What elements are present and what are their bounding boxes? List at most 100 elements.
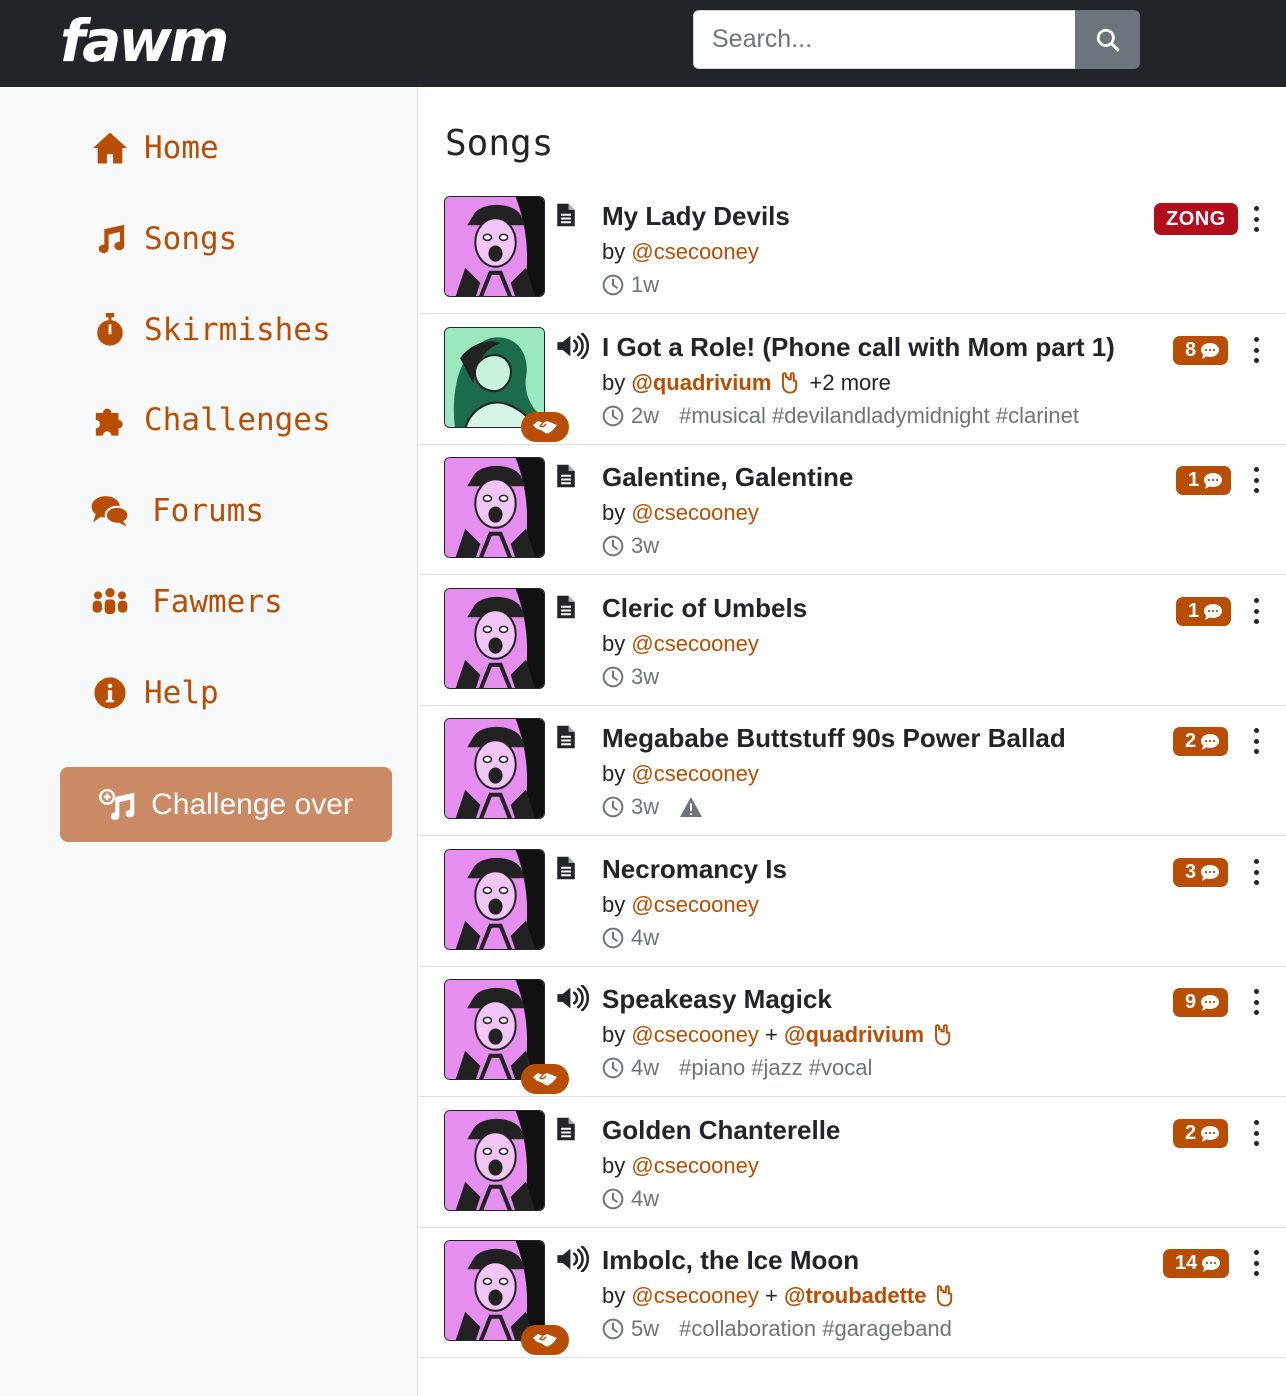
user-link[interactable]: @quadrivium: [784, 1022, 924, 1048]
top-navbar: fawm: [0, 0, 1286, 87]
by-label: by: [602, 631, 626, 656]
song-type-icon: [556, 985, 592, 1015]
song-avatar[interactable]: [444, 588, 545, 689]
comment-count: 14: [1175, 1252, 1198, 1274]
sidebar-item-skirmishes[interactable]: Skirmishes: [90, 305, 331, 355]
kebab-menu-icon[interactable]: [1248, 987, 1264, 1017]
user-link[interactable]: @csecooney: [631, 761, 759, 787]
song-avatar[interactable]: [444, 849, 545, 950]
song-title-link[interactable]: Imbolc, the Ice Moon: [602, 1245, 859, 1276]
song-tags[interactable]: #piano #jazz #vocal: [679, 1055, 872, 1081]
page-title: Songs: [445, 123, 554, 164]
song-avatar[interactable]: [444, 718, 545, 819]
user-link[interactable]: @troubadette: [784, 1283, 926, 1309]
comment-count-badge[interactable]: 9: [1173, 988, 1229, 1017]
song-title-link[interactable]: My Lady Devils: [602, 201, 790, 232]
song-title-link[interactable]: Golden Chanterelle: [602, 1115, 840, 1146]
song-title-link[interactable]: Speakeasy Magick: [602, 984, 832, 1015]
comment-count-badge[interactable]: 8: [1173, 336, 1229, 365]
song-avatar[interactable]: [444, 457, 545, 558]
more-users[interactable]: +2 more: [810, 370, 891, 396]
comment-count-badge[interactable]: 1: [1176, 466, 1232, 495]
puzzle-icon: [90, 400, 130, 440]
song-byline: by @csecooney: [602, 500, 759, 526]
song-avatar[interactable]: [444, 196, 545, 297]
search-input[interactable]: [693, 10, 1076, 69]
song-age: 4w: [631, 1186, 660, 1211]
comment-bubble-icon: [1204, 603, 1223, 620]
song-row: Golden Chanterelle by @csecooney 4w 2: [418, 1098, 1286, 1228]
song-tags[interactable]: #collaboration #garageband: [679, 1316, 952, 1342]
comment-count: 1: [1188, 469, 1200, 491]
kebab-menu-icon[interactable]: [1248, 465, 1264, 495]
avatar-image: [445, 197, 544, 296]
song-type-icon: [556, 724, 592, 754]
user-link[interactable]: @csecooney: [631, 1022, 759, 1048]
song-type-icon: [556, 202, 592, 232]
sidebar-item-label: Songs: [144, 221, 238, 257]
song-row: Galentine, Galentine by @csecooney 3w 1: [418, 445, 1286, 575]
kebab-menu-icon[interactable]: [1248, 1248, 1264, 1278]
lyrics-document-icon: [557, 203, 575, 227]
comment-bubble-icon: [1202, 1255, 1221, 1272]
song-tags[interactable]: #musical #devilandladymidnight #clarinet: [679, 403, 1079, 429]
sidebar-item-label: Skirmishes: [144, 312, 331, 348]
comment-count-badge[interactable]: 1: [1176, 597, 1232, 626]
song-title-link[interactable]: Cleric of Umbels: [602, 593, 807, 624]
song-type-icon: [556, 463, 592, 493]
song-title-link[interactable]: I Got a Role! (Phone call with Mom part …: [602, 332, 1115, 363]
clock-icon: [602, 274, 624, 296]
search-button[interactable]: [1075, 10, 1140, 69]
comment-count-badge[interactable]: 3: [1173, 858, 1229, 887]
comment-count: 8: [1185, 339, 1197, 361]
song-avatar[interactable]: [444, 1110, 545, 1211]
collab-badge: [521, 1064, 569, 1094]
sidebar-item-challenges[interactable]: Challenges: [90, 395, 331, 445]
kebab-menu-icon[interactable]: [1248, 204, 1264, 234]
song-age: 1w: [631, 272, 660, 297]
search-icon: [1096, 28, 1119, 51]
lyrics-document-icon: [557, 595, 575, 619]
info-icon: [90, 673, 130, 713]
user-link[interactable]: @csecooney: [631, 892, 759, 918]
kebab-menu-icon[interactable]: [1248, 857, 1264, 887]
collab-badge: [521, 412, 569, 442]
user-joiner: +: [765, 1283, 778, 1308]
song-byline: by @csecooney: [602, 892, 759, 918]
kebab-menu-icon[interactable]: [1248, 1118, 1264, 1148]
avatar-image: [445, 589, 544, 688]
lyrics-document-icon: [557, 464, 575, 488]
user-link[interactable]: @csecooney: [631, 1153, 759, 1179]
user-link[interactable]: @csecooney: [631, 631, 759, 657]
song-byline: by @csecooney: [602, 1153, 759, 1179]
song-title-link[interactable]: Megababe Buttstuff 90s Power Ballad: [602, 723, 1066, 754]
home-icon: [90, 128, 130, 168]
sidebar-item-label: Forums: [152, 493, 264, 529]
sidebar-item-songs[interactable]: Songs: [90, 214, 237, 264]
sidebar-item-home[interactable]: Home: [90, 123, 219, 173]
kebab-menu-icon[interactable]: [1248, 596, 1264, 626]
comment-count-badge[interactable]: 14: [1163, 1249, 1230, 1278]
song-meta: 5w #collaboration #garageband: [602, 1316, 952, 1342]
song-meta: 2w #musical #devilandladymidnight #clarin…: [602, 403, 1079, 429]
kebab-menu-icon[interactable]: [1248, 335, 1264, 365]
song-title-link[interactable]: Galentine, Galentine: [602, 462, 853, 493]
sidebar-item-label: Home: [144, 130, 219, 166]
sidebar-item-label: Challenges: [144, 402, 331, 438]
song-title-link[interactable]: Necromancy Is: [602, 854, 787, 885]
comment-count-badge[interactable]: 2: [1173, 1119, 1229, 1148]
sidebar-item-forums[interactable]: Forums: [90, 486, 264, 536]
user-link[interactable]: @csecooney: [631, 500, 759, 526]
kebab-menu-icon[interactable]: [1248, 726, 1264, 756]
sidebar-item-help[interactable]: Help: [90, 668, 219, 718]
sidebar-item-fawmers[interactable]: Fawmers: [90, 577, 283, 627]
fawm-logo[interactable]: fawm: [60, 8, 229, 74]
comment-count-badge[interactable]: 2: [1173, 727, 1229, 756]
comment-count: 9: [1185, 991, 1197, 1013]
comment-count: 1: [1188, 600, 1200, 622]
user-link[interactable]: @csecooney: [631, 1283, 759, 1309]
user-link[interactable]: @csecooney: [631, 239, 759, 265]
user-link[interactable]: @quadrivium: [631, 370, 771, 396]
challenge-over-button[interactable]: Challenge over: [60, 767, 392, 842]
collab-badge: [521, 1325, 569, 1355]
